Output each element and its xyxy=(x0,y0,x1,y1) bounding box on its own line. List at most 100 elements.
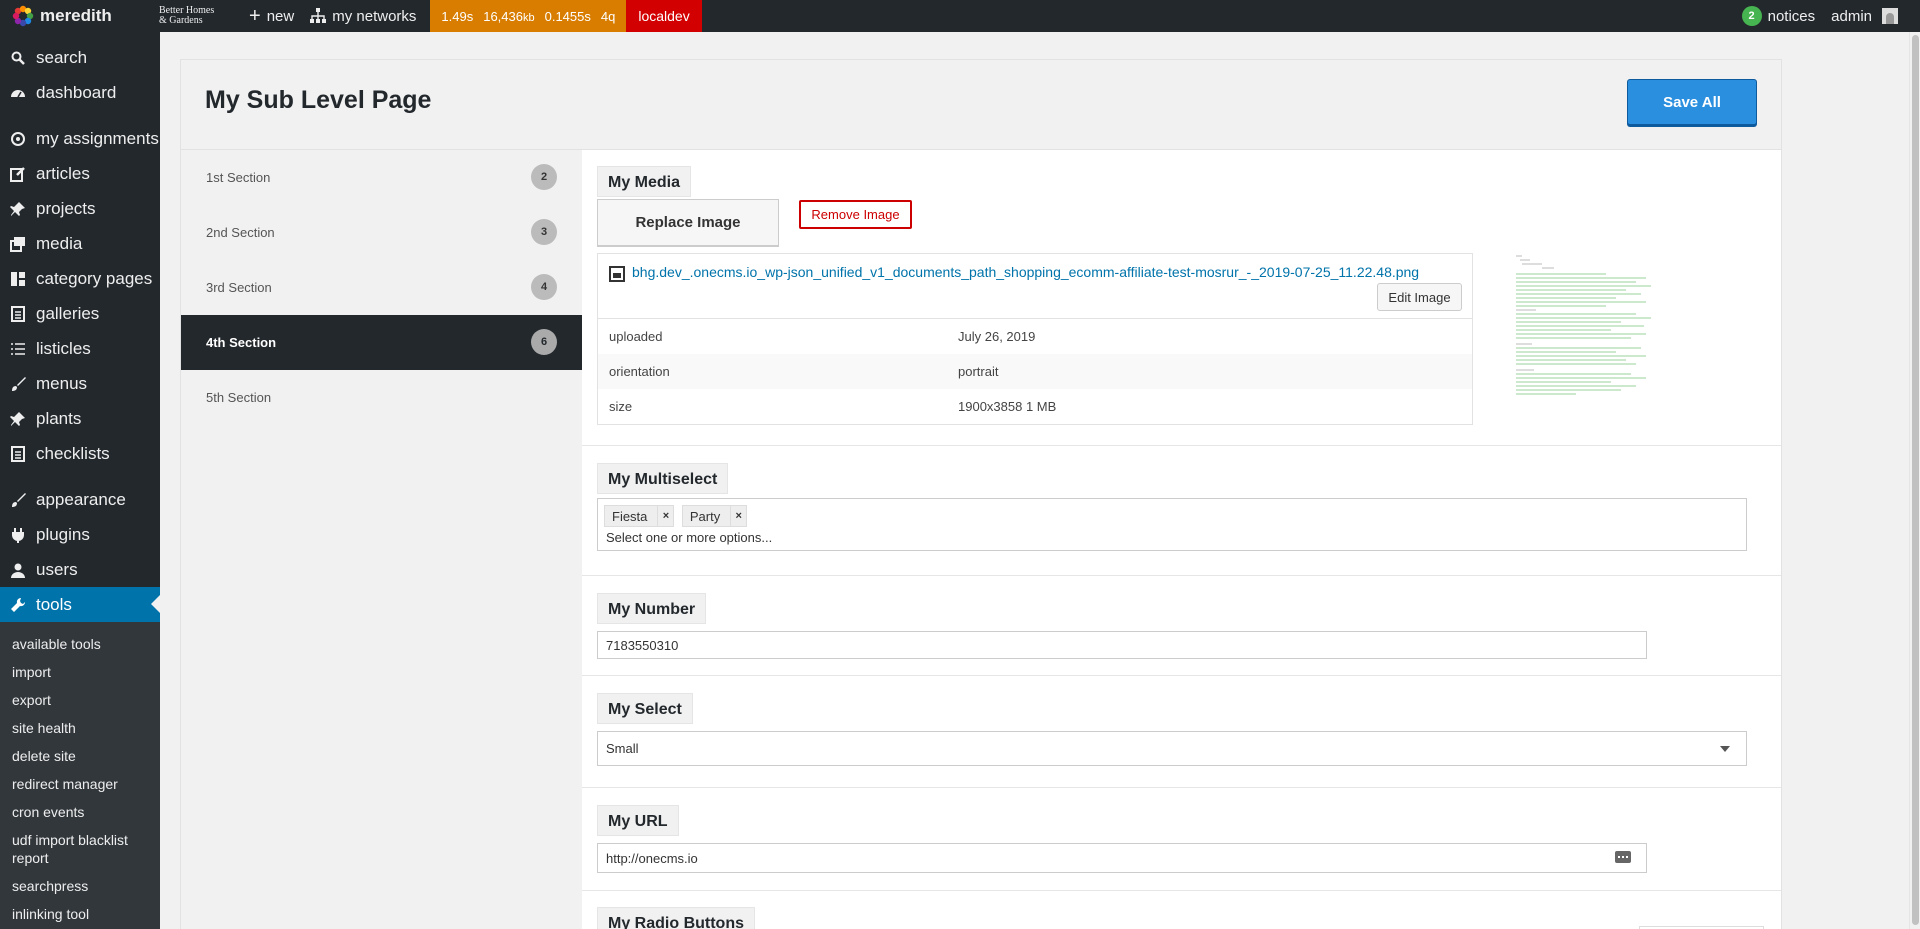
wrench-icon xyxy=(10,597,26,613)
menu-item-menus[interactable]: menus xyxy=(0,366,160,401)
pin-icon xyxy=(10,201,26,217)
site-logo[interactable]: Better Homes & Gardens xyxy=(155,0,245,32)
replace-image-button[interactable]: Replace Image xyxy=(597,199,779,246)
section-tab-label: 5th Section xyxy=(206,390,272,405)
menu-item-my-assignments[interactable]: my assignments xyxy=(0,121,160,156)
section-tab-2nd[interactable]: 2nd Section 3 xyxy=(181,205,582,260)
my-networks-menu[interactable]: my networks xyxy=(302,0,424,32)
networks-label: my networks xyxy=(332,7,417,25)
field-label: My Media xyxy=(597,166,692,197)
admin-bar: meredith Better Homes & Gardens + new my… xyxy=(0,0,1920,32)
chevron-down-icon xyxy=(1720,746,1730,757)
submenu-item-searchpress[interactable]: searchpress xyxy=(0,872,160,900)
media-file-link[interactable]: bhg.dev_.onecms.io_wp-json_unified_v1_do… xyxy=(632,264,1419,280)
tools-submenu: available tools import export site healt… xyxy=(0,622,160,929)
menu-item-listicles[interactable]: listicles xyxy=(0,331,160,366)
edit-image-button[interactable]: Edit Image xyxy=(1377,283,1462,311)
notices-link[interactable]: 2 notices xyxy=(1734,0,1824,32)
section-tab-label: 3rd Section xyxy=(206,280,272,295)
search-icon xyxy=(10,50,26,66)
settings-page: My Sub Level Page Save All 1st Section 2… xyxy=(180,59,1782,929)
menu-item-plugins[interactable]: plugins xyxy=(0,517,160,552)
section-tab-3rd[interactable]: 3rd Section 4 xyxy=(181,260,582,315)
select-field: My Select Small xyxy=(582,676,1781,788)
page-title: My Sub Level Page xyxy=(205,86,432,114)
menu-item-media[interactable]: media xyxy=(0,226,160,261)
menu-item-label: galleries xyxy=(36,303,100,323)
meta-value: July 26, 2019 xyxy=(958,329,1036,344)
menu-item-label: media xyxy=(36,233,83,253)
multiselect-input[interactable]: Fiesta × Party × Select one or more opti… xyxy=(597,498,1747,551)
submenu-item-cron-events[interactable]: cron events xyxy=(0,798,160,826)
document-icon xyxy=(10,305,26,322)
number-input[interactable]: 7183550310 xyxy=(597,631,1647,659)
menu-item-label: articles xyxy=(36,163,90,183)
submenu-item-delete-site[interactable]: delete site xyxy=(0,742,160,770)
menu-item-label: menus xyxy=(36,373,88,393)
query-count: 4q xyxy=(600,8,616,24)
selected-tag: Party × xyxy=(681,505,748,527)
field-label: My Radio Buttons xyxy=(597,907,755,929)
number-field: My Number 7183550310 xyxy=(582,576,1781,676)
account-menu[interactable]: admin xyxy=(1823,0,1920,32)
submenu-item-available-tools[interactable]: available tools xyxy=(0,630,160,658)
brand-link[interactable]: meredith xyxy=(0,0,155,32)
new-content-button[interactable]: + new xyxy=(245,0,302,32)
meredith-logo-icon xyxy=(12,5,34,27)
submenu-item-export[interactable]: export xyxy=(0,686,160,714)
submenu-item-inlinking-tool[interactable]: inlinking tool xyxy=(0,900,160,928)
menu-item-tools[interactable]: tools xyxy=(0,587,160,622)
menu-item-search[interactable]: search xyxy=(0,40,160,75)
media-meta-row: uploaded July 26, 2019 xyxy=(598,319,1472,354)
autofill-icon[interactable] xyxy=(1615,851,1631,863)
environment-badge: localdev xyxy=(626,0,702,32)
page-scrollbar[interactable] xyxy=(1909,32,1920,929)
submenu-item-site-health[interactable]: site health xyxy=(0,714,160,742)
menu-item-galleries[interactable]: galleries xyxy=(0,296,160,331)
menu-item-plants[interactable]: plants xyxy=(0,401,160,436)
menu-item-label: users xyxy=(36,559,78,579)
menu-item-label: dashboard xyxy=(36,82,117,102)
submenu-item-redirect-manager[interactable]: redirect manager xyxy=(0,770,160,798)
brush-icon xyxy=(10,376,26,392)
url-value: http://onecms.io xyxy=(606,850,698,866)
menu-item-label: appearance xyxy=(36,489,126,509)
remove-tag-icon[interactable]: × xyxy=(657,506,673,526)
pin-icon xyxy=(10,411,26,427)
section-tab-4th[interactable]: 4th Section 6 xyxy=(181,315,582,370)
menu-item-category-pages[interactable]: category pages xyxy=(0,261,160,296)
section-tab-5th[interactable]: 5th Section xyxy=(181,370,582,425)
save-all-button[interactable]: Save All xyxy=(1627,79,1757,125)
menu-item-checklists[interactable]: checklists xyxy=(0,436,160,471)
scrollbar-thumb[interactable] xyxy=(1912,35,1919,925)
dashboard-icon xyxy=(10,85,26,101)
remove-tag-icon[interactable]: × xyxy=(730,506,746,526)
memory-unit: kb xyxy=(522,11,535,24)
menu-item-label: tools xyxy=(36,594,72,614)
menu-item-projects[interactable]: projects xyxy=(0,191,160,226)
url-input[interactable]: http://onecms.io xyxy=(597,843,1647,873)
plus-icon: + xyxy=(249,5,261,27)
page-header: My Sub Level Page Save All xyxy=(181,60,1781,150)
section-tab-1st[interactable]: 1st Section 2 xyxy=(181,150,582,205)
menu-item-users[interactable]: users xyxy=(0,552,160,587)
menu-item-articles[interactable]: articles xyxy=(0,156,160,191)
section-tabs: 1st Section 2 2nd Section 3 3rd Section … xyxy=(181,150,582,425)
new-label: new xyxy=(266,7,295,25)
menu-item-dashboard[interactable]: dashboard xyxy=(0,75,160,110)
media-meta-row: orientation portrait xyxy=(598,354,1472,389)
url-field: My URL http://onecms.io xyxy=(582,788,1781,891)
image-thumbnail xyxy=(1512,252,1657,402)
submenu-item-udf-import-blacklist-report[interactable]: udf import blacklist report xyxy=(0,826,160,872)
select-dropdown[interactable]: Small xyxy=(597,731,1747,766)
section-tab-label: 4th Section xyxy=(206,335,277,350)
query-monitor-stats[interactable]: 1.49s 16,436kb 0.1455s 4q xyxy=(430,0,627,32)
memory-usage: 16,436kb xyxy=(483,9,534,24)
menu-item-appearance[interactable]: appearance xyxy=(0,482,160,517)
submenu-item-import[interactable]: import xyxy=(0,658,160,686)
field-label: My Multiselect xyxy=(597,463,729,494)
section-panel: My Media Replace Image Remove Image bhg.… xyxy=(582,150,1781,929)
environment-label: localdev xyxy=(638,8,690,24)
remove-image-button[interactable]: Remove Image xyxy=(799,200,912,229)
section-tab-label: 1st Section xyxy=(206,170,271,185)
